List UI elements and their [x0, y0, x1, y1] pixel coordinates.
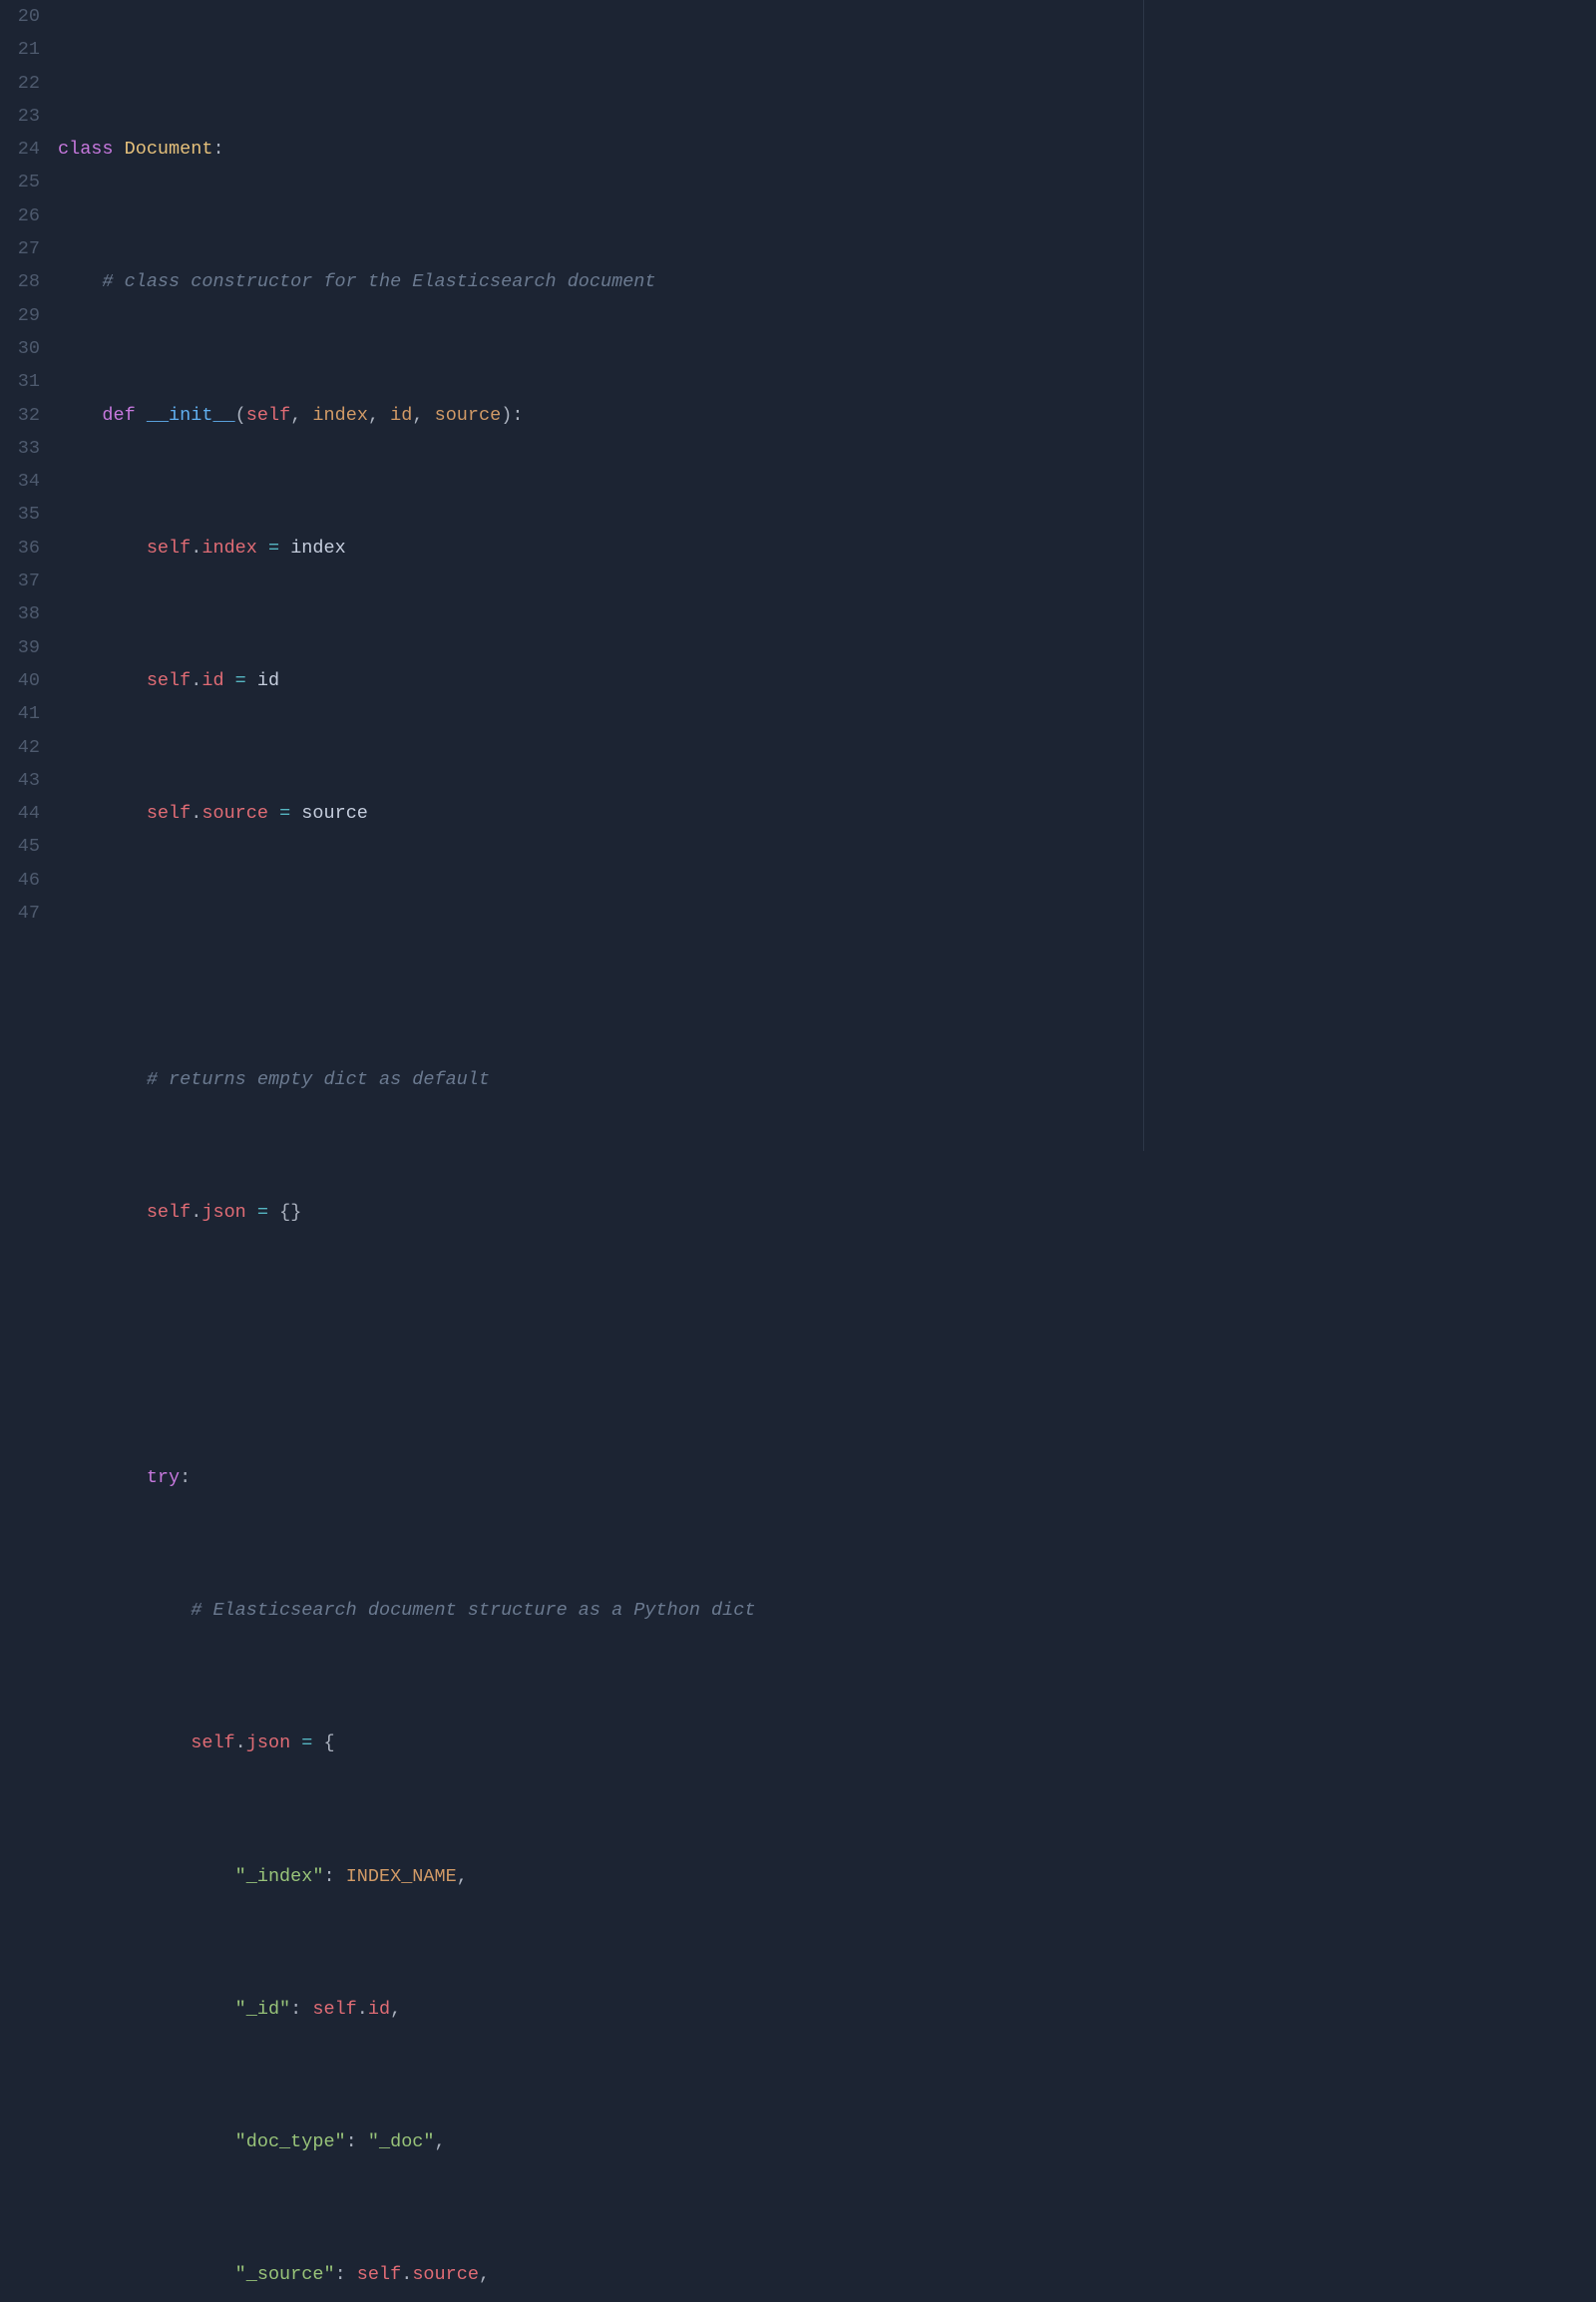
line-number: 23: [0, 100, 40, 133]
line-number: 29: [0, 299, 40, 332]
code-line: [58, 1329, 1596, 1361]
code-line: self.json = {}: [58, 1196, 1596, 1229]
line-number: 22: [0, 67, 40, 100]
line-number: 21: [0, 33, 40, 66]
code-line: self.json = {: [58, 1726, 1596, 1759]
code-line: "_id": self.id,: [58, 1993, 1596, 2026]
line-number: 25: [0, 166, 40, 198]
line-number: 45: [0, 830, 40, 863]
ruler: [1143, 0, 1144, 1151]
line-number: 39: [0, 631, 40, 664]
line-number: 37: [0, 565, 40, 597]
line-number: 20: [0, 0, 40, 33]
code-area[interactable]: class Document: # class constructor for …: [58, 0, 1596, 1151]
line-number: 33: [0, 432, 40, 465]
line-number: 36: [0, 532, 40, 565]
code-line: "doc_type": "_doc",: [58, 2125, 1596, 2158]
line-number: 42: [0, 731, 40, 764]
code-line: "_source": self.source,: [58, 2258, 1596, 2291]
code-line: # class constructor for the Elasticsearc…: [58, 265, 1596, 298]
line-number: 31: [0, 365, 40, 398]
code-line: def __init__(self, index, id, source):: [58, 399, 1596, 432]
code-line: try:: [58, 1461, 1596, 1494]
line-number: 44: [0, 797, 40, 830]
line-number: 27: [0, 232, 40, 265]
code-line: self.index = index: [58, 532, 1596, 565]
line-number: 43: [0, 764, 40, 797]
line-number: 24: [0, 133, 40, 166]
line-number: 32: [0, 399, 40, 432]
line-number: 47: [0, 897, 40, 930]
line-number: 40: [0, 664, 40, 697]
line-number: 26: [0, 199, 40, 232]
line-number: 41: [0, 697, 40, 730]
line-number: 28: [0, 265, 40, 298]
code-line: # Elasticsearch document structure as a …: [58, 1594, 1596, 1627]
line-number-gutter: 2021222324252627282930313233343536373839…: [0, 0, 58, 1151]
code-line: # returns empty dict as default: [58, 1063, 1596, 1096]
line-number: 46: [0, 864, 40, 897]
code-editor[interactable]: 2021222324252627282930313233343536373839…: [0, 0, 1596, 1151]
line-number: 38: [0, 597, 40, 630]
code-line: [58, 930, 1596, 962]
code-line: "_index": INDEX_NAME,: [58, 1860, 1596, 1893]
line-number: 35: [0, 498, 40, 531]
line-number: 34: [0, 465, 40, 498]
line-number: 30: [0, 332, 40, 365]
code-line: self.source = source: [58, 797, 1596, 830]
code-line: class Document:: [58, 133, 1596, 166]
code-line: self.id = id: [58, 664, 1596, 697]
